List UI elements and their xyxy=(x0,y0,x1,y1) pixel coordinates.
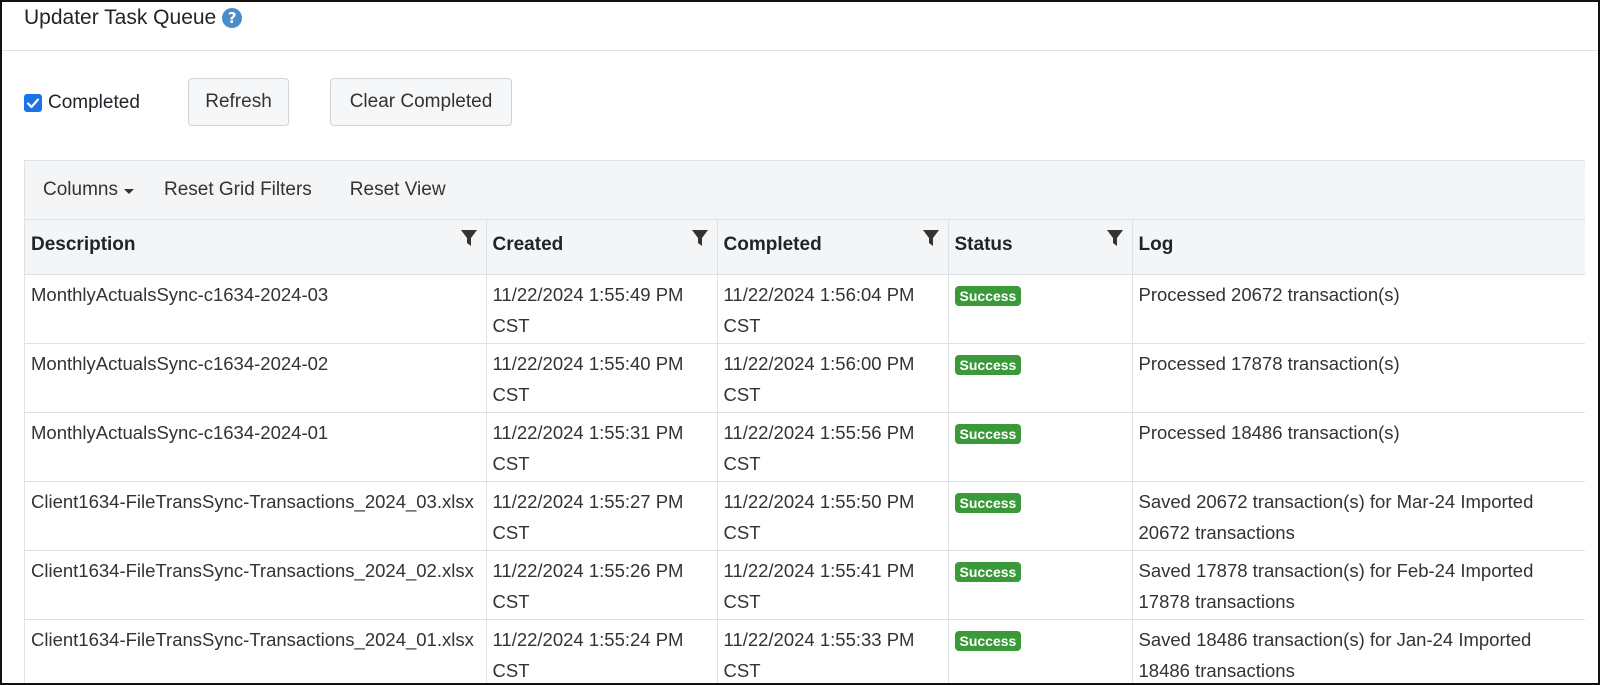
cell-created: 11/22/2024 1:55:26 PM CST xyxy=(486,550,718,620)
cell-log: Saved 18486 transaction(s) for Jan-24 Im… xyxy=(1132,619,1585,683)
cell-status: Success xyxy=(948,412,1133,482)
cell-description: Client1634-FileTransSync-Transactions_20… xyxy=(25,550,487,620)
completed-checkbox-label: Completed xyxy=(48,92,140,113)
cell-created: 11/22/2024 1:55:49 PM CST xyxy=(486,274,718,344)
status-badge: Success xyxy=(954,423,1022,444)
caret-down-icon xyxy=(123,188,134,194)
column-header-label: Status xyxy=(954,234,1013,255)
task-queue-panel: Updater Task Queue ? Completed Refresh C… xyxy=(0,0,1600,685)
table-row[interactable]: Client1634-FileTransSync-Transactions_20… xyxy=(25,619,1585,683)
table-header-row: Description Created Completed Status Log xyxy=(25,220,1585,275)
cell-status: Success xyxy=(948,550,1133,620)
table-row[interactable]: MonthlyActualsSync-c1634-2024-03 11/22/2… xyxy=(25,274,1585,344)
task-table: Description Created Completed Status Log… xyxy=(25,220,1585,683)
column-header-status[interactable]: Status xyxy=(948,220,1133,275)
columns-label: Columns xyxy=(43,179,118,200)
reset-grid-filters-label: Reset Grid Filters xyxy=(163,179,312,200)
cell-completed: 11/22/2024 1:56:04 PM CST xyxy=(717,274,949,344)
panel-header: Updater Task Queue ? xyxy=(2,2,1598,51)
completed-checkbox[interactable] xyxy=(24,94,42,112)
completed-filter[interactable]: Completed xyxy=(24,92,140,114)
cell-description: MonthlyActualsSync-c1634-2024-02 xyxy=(25,343,487,413)
columns-menu-button[interactable]: Columns xyxy=(43,179,134,201)
filter-icon[interactable] xyxy=(1106,228,1124,248)
status-badge: Success xyxy=(954,354,1022,375)
cell-created: 11/22/2024 1:55:27 PM CST xyxy=(486,481,718,551)
cell-completed: 11/22/2024 1:55:50 PM CST xyxy=(717,481,949,551)
column-header-created[interactable]: Created xyxy=(486,220,718,275)
column-header-label: Completed xyxy=(723,234,822,255)
status-badge: Success xyxy=(954,561,1022,582)
page-title-wrap: Updater Task Queue ? xyxy=(24,6,243,30)
reset-view-button[interactable]: Reset View xyxy=(350,179,446,201)
reset-grid-filters-button[interactable]: Reset Grid Filters xyxy=(164,179,312,201)
column-header-description[interactable]: Description xyxy=(25,220,487,275)
cell-log: Processed 20672 transaction(s) xyxy=(1132,274,1585,344)
column-header-completed[interactable]: Completed xyxy=(717,220,949,275)
cell-log: Saved 17878 transaction(s) for Feb-24 Im… xyxy=(1132,550,1585,620)
cell-log: Processed 17878 transaction(s) xyxy=(1132,343,1585,413)
cell-created: 11/22/2024 1:55:24 PM CST xyxy=(486,619,718,683)
cell-completed: 11/22/2024 1:55:56 PM CST xyxy=(717,412,949,482)
cell-log: Processed 18486 transaction(s) xyxy=(1132,412,1585,482)
filter-icon[interactable] xyxy=(460,228,478,248)
checkmark-icon xyxy=(26,98,40,109)
cell-created: 11/22/2024 1:55:31 PM CST xyxy=(486,412,718,482)
cell-description: MonthlyActualsSync-c1634-2024-03 xyxy=(25,274,487,344)
status-badge: Success xyxy=(954,630,1022,651)
cell-description: Client1634-FileTransSync-Transactions_20… xyxy=(25,481,487,551)
column-header-label: Log xyxy=(1138,234,1174,255)
table-row[interactable]: MonthlyActualsSync-c1634-2024-02 11/22/2… xyxy=(25,343,1585,413)
task-grid: Columns Reset Grid Filters Reset View De… xyxy=(24,160,1585,683)
cell-description: MonthlyActualsSync-c1634-2024-01 xyxy=(25,412,487,482)
column-header-label: Description xyxy=(31,234,136,255)
cell-status: Success xyxy=(948,619,1133,683)
status-badge: Success xyxy=(954,492,1022,513)
cell-completed: 11/22/2024 1:55:41 PM CST xyxy=(717,550,949,620)
cell-created: 11/22/2024 1:55:40 PM CST xyxy=(486,343,718,413)
help-icon[interactable]: ? xyxy=(222,8,243,28)
reset-view-label: Reset View xyxy=(349,179,446,200)
cell-status: Success xyxy=(948,343,1133,413)
table-row[interactable]: MonthlyActualsSync-c1634-2024-01 11/22/2… xyxy=(25,412,1585,482)
column-header-label: Created xyxy=(492,234,564,255)
cell-status: Success xyxy=(948,274,1133,344)
table-row[interactable]: Client1634-FileTransSync-Transactions_20… xyxy=(25,550,1585,620)
column-header-log[interactable]: Log xyxy=(1132,220,1585,275)
refresh-button[interactable]: Refresh xyxy=(188,78,289,126)
cell-completed: 11/22/2024 1:56:00 PM CST xyxy=(717,343,949,413)
cell-status: Success xyxy=(948,481,1133,551)
filter-icon[interactable] xyxy=(922,228,940,248)
clear-completed-button[interactable]: Clear Completed xyxy=(330,78,512,126)
action-toolbar: Completed Refresh Clear Completed xyxy=(24,78,1598,128)
grid-toolbar: Columns Reset Grid Filters Reset View xyxy=(25,161,1585,220)
filter-icon[interactable] xyxy=(691,228,709,248)
cell-completed: 11/22/2024 1:55:33 PM CST xyxy=(717,619,949,683)
status-badge: Success xyxy=(954,285,1022,306)
cell-description: Client1634-FileTransSync-Transactions_20… xyxy=(25,619,487,683)
page-title: Updater Task Queue xyxy=(24,6,217,29)
table-row[interactable]: Client1634-FileTransSync-Transactions_20… xyxy=(25,481,1585,551)
cell-log: Saved 20672 transaction(s) for Mar-24 Im… xyxy=(1132,481,1585,551)
